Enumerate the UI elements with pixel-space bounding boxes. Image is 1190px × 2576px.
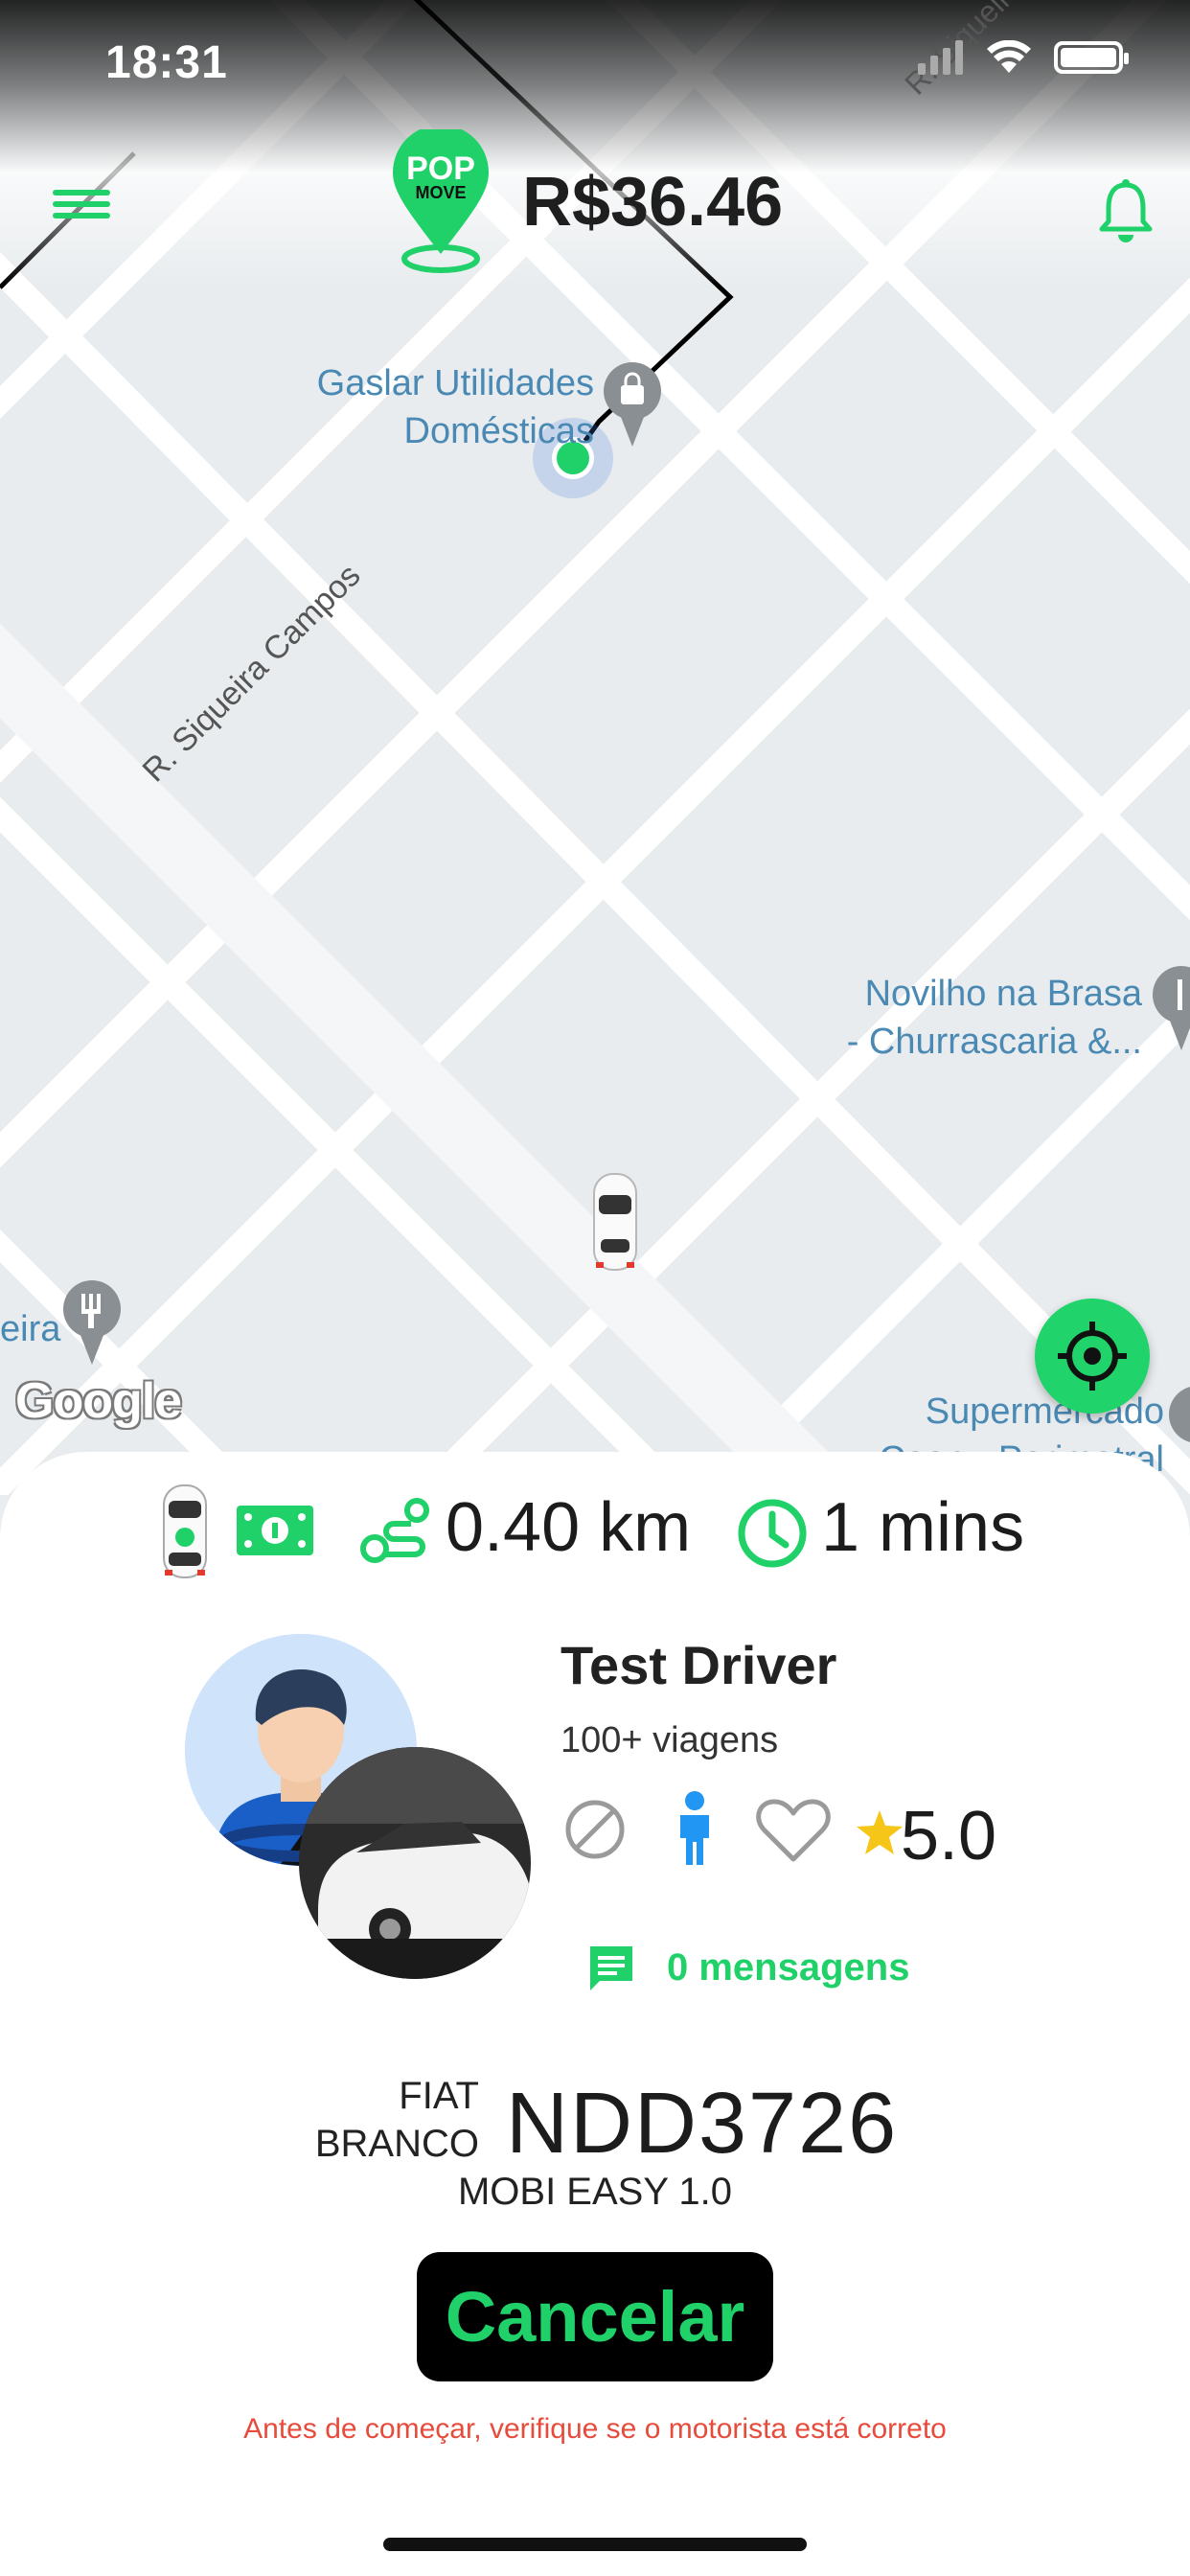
wifi-icon bbox=[987, 40, 1031, 73]
signal-icon bbox=[918, 40, 963, 75]
driver-car-icon bbox=[593, 1173, 637, 1271]
license-plate: NDD3726 bbox=[506, 2076, 899, 2172]
messages-button[interactable]: 0 mensagens bbox=[584, 1941, 909, 1994]
driver-trip-count: 100+ viagens bbox=[561, 1720, 779, 1760]
google-attribution: Google bbox=[15, 1373, 182, 1429]
messages-label: 0 mensagens bbox=[667, 1945, 910, 1989]
vehicle-model: MOBI EASY 1.0 bbox=[457, 2171, 733, 2213]
cash-icon bbox=[237, 1506, 313, 1555]
status-icons bbox=[918, 40, 1129, 75]
trip-eta: 1 mins bbox=[821, 1489, 1025, 1566]
driver-name: Test Driver bbox=[561, 1635, 837, 1695]
svg-text:MOVE: MOVE bbox=[415, 183, 466, 202]
home-indicator[interactable] bbox=[383, 2538, 807, 2551]
crosshair-icon bbox=[1058, 1322, 1127, 1391]
map-label-store: Gaslar Utilidades Domésticas bbox=[316, 363, 594, 451]
fare-amount: R$36.46 bbox=[522, 164, 784, 241]
block-icon[interactable] bbox=[563, 1798, 627, 1861]
passenger-icon bbox=[680, 1791, 709, 1865]
car-type-icon bbox=[163, 1484, 207, 1578]
trip-distance: 0.40 km bbox=[446, 1489, 692, 1566]
battery-icon bbox=[1054, 41, 1129, 74]
notification-bell-icon[interactable] bbox=[1097, 177, 1155, 244]
favorite-heart-icon[interactable] bbox=[755, 1798, 832, 1863]
recenter-button[interactable] bbox=[1035, 1299, 1150, 1414]
map-label-restaurant: Novilho na Brasa - Churrascaria &... bbox=[846, 974, 1142, 1062]
svg-text:POP: POP bbox=[406, 150, 475, 187]
menu-icon bbox=[53, 190, 110, 196]
vehicle-photo bbox=[299, 1747, 531, 1979]
driver-rating: 5.0 bbox=[901, 1798, 997, 1874]
chat-icon bbox=[590, 1946, 632, 1990]
map-label-partial: eira bbox=[0, 1309, 61, 1349]
ride-details-sheet bbox=[0, 1452, 1190, 2576]
star-icon bbox=[857, 1810, 903, 1854]
cancel-ride-button[interactable]: Cancelar bbox=[417, 2252, 773, 2381]
app-logo: POP MOVE bbox=[393, 129, 489, 273]
status-time: 18:31 bbox=[105, 37, 228, 88]
menu-button[interactable] bbox=[53, 184, 110, 232]
verification-notice: Antes de começar, verifique se o motoris… bbox=[243, 2413, 947, 2445]
vehicle-make-color: FIAT BRANCO bbox=[314, 2075, 479, 2165]
route-icon bbox=[360, 1498, 429, 1563]
clock-icon bbox=[738, 1499, 807, 1568]
